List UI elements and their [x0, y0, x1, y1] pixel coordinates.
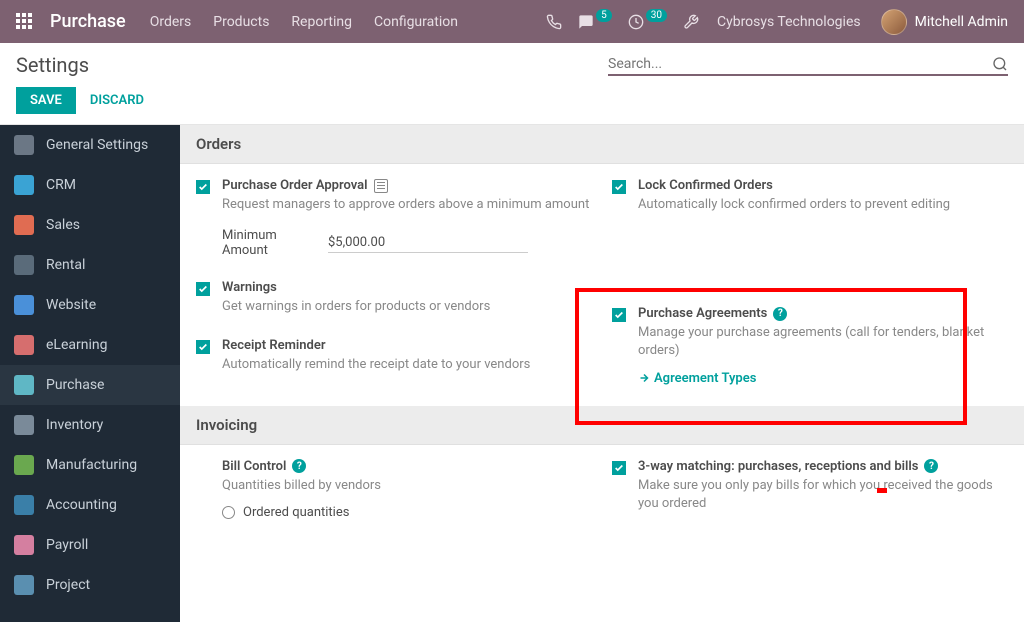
sidebar-item-inventory[interactable]: Inventory [0, 405, 180, 445]
sidebar-item-label: Accounting [46, 497, 117, 513]
phone-icon[interactable] [546, 14, 562, 30]
sidebar-item-label: Project [46, 577, 90, 593]
ic-sales-icon [14, 215, 34, 235]
company-name[interactable]: Cybrosys Technologies [717, 14, 861, 30]
sidebar-item-label: Website [46, 297, 96, 313]
nav-configuration[interactable]: Configuration [374, 14, 458, 30]
sidebar-item-payroll[interactable]: Payroll [0, 525, 180, 565]
warnings-desc: Get warnings in orders for products or v… [222, 298, 592, 316]
search-input[interactable] [608, 56, 992, 72]
messages-icon[interactable]: 5 [578, 14, 612, 30]
ic-rental-icon [14, 255, 34, 275]
nav-reporting[interactable]: Reporting [291, 14, 352, 30]
min-amount-value[interactable]: $5,000.00 [328, 233, 528, 253]
nav-products[interactable]: Products [213, 14, 269, 30]
chk-agreements[interactable] [612, 308, 626, 322]
ic-payroll-icon [14, 535, 34, 555]
radio-ordered-label: Ordered quantities [243, 505, 349, 520]
receipt-title: Receipt Reminder [222, 338, 592, 353]
po-approval-desc: Request managers to approve orders above… [222, 196, 592, 214]
ic-mfg-icon [14, 455, 34, 475]
sidebar-item-label: Purchase [46, 377, 104, 393]
nav-orders[interactable]: Orders [150, 14, 192, 30]
tools-icon[interactable] [683, 14, 699, 30]
ic-crm-icon [14, 175, 34, 195]
chk-po-approval[interactable] [196, 180, 210, 194]
bill-control-title: Bill Control [222, 459, 286, 474]
lock-title: Lock Confirmed Orders [638, 178, 1008, 193]
ic-acct-icon [14, 495, 34, 515]
chk-warnings[interactable] [196, 282, 210, 296]
search-wrap [608, 54, 1008, 76]
help-icon[interactable]: ? [924, 459, 938, 473]
apps-icon[interactable] [16, 13, 34, 31]
chk-lock[interactable] [612, 180, 626, 194]
receipt-desc: Automatically remind the receipt date to… [222, 356, 592, 374]
page-title: Settings [16, 53, 89, 77]
doc-icon [374, 179, 388, 193]
settings-sidebar: General Settings CRM Sales Rental Website eLe… [0, 125, 180, 622]
radio-ordered-qty[interactable] [222, 506, 235, 519]
sidebar-item-accounting[interactable]: Accounting [0, 485, 180, 525]
ic-gear-icon [14, 135, 34, 155]
control-panel: Settings [0, 43, 1024, 81]
sidebar-item-elearning[interactable]: eLearning [0, 325, 180, 365]
search-icon[interactable] [992, 56, 1008, 72]
activities-badge: 30 [646, 9, 667, 22]
section-orders: Orders [180, 125, 1024, 164]
3way-title: 3-way matching: purchases, receptions an… [638, 459, 918, 474]
sidebar-item-crm[interactable]: CRM [0, 165, 180, 205]
avatar [881, 9, 907, 35]
sidebar-item-label: Inventory [46, 417, 103, 433]
chk-receipt[interactable] [196, 340, 210, 354]
min-amount-label: Minimum Amount [222, 228, 292, 258]
help-icon[interactable]: ? [773, 307, 787, 321]
discard-button[interactable]: DISCARD [90, 93, 144, 108]
sidebar-item-purchase[interactable]: Purchase [0, 365, 180, 405]
help-icon[interactable]: ? [292, 459, 306, 473]
action-bar: SAVE DISCARD [0, 81, 1024, 124]
chk-3way[interactable] [612, 461, 626, 475]
sidebar-item-sales[interactable]: Sales [0, 205, 180, 245]
sidebar-item-label: Payroll [46, 537, 88, 553]
sidebar-item-rental[interactable]: Rental [0, 245, 180, 285]
settings-content[interactable]: Orders Purchase Order Approval Request m… [180, 125, 1024, 622]
section-invoicing: Invoicing [180, 406, 1024, 445]
warnings-title: Warnings [222, 280, 592, 295]
po-approval-title: Purchase Order Approval [222, 178, 368, 193]
agreements-desc: Manage your purchase agreements (call fo… [638, 324, 1008, 360]
ic-purchase-icon [14, 375, 34, 395]
user-menu[interactable]: Mitchell Admin [881, 9, 1008, 35]
sidebar-item-label: General Settings [46, 137, 148, 153]
ic-elearn-icon [14, 335, 34, 355]
3way-desc: Make sure you only pay bills for which y… [638, 477, 1008, 513]
red-marker [877, 488, 887, 493]
sidebar-item-label: CRM [46, 177, 76, 193]
top-nav: Purchase Orders Products Reporting Confi… [0, 0, 1024, 43]
sidebar-item-manufacturing[interactable]: Manufacturing [0, 445, 180, 485]
bill-control-desc: Quantities billed by vendors [222, 477, 592, 495]
ic-inventory-icon [14, 415, 34, 435]
agreement-types-link[interactable]: Agreement Types [638, 371, 1008, 386]
lock-desc: Automatically lock confirmed orders to p… [638, 196, 1008, 214]
sidebar-item-general-settings[interactable]: General Settings [0, 125, 180, 165]
app-brand[interactable]: Purchase [50, 11, 126, 32]
sidebar-item-label: Rental [46, 257, 85, 273]
sidebar-item-label: Sales [46, 217, 80, 233]
sidebar-item-label: eLearning [46, 337, 107, 353]
ic-website-icon [14, 295, 34, 315]
agreements-title: Purchase Agreements [638, 306, 767, 321]
ic-project-icon [14, 575, 34, 595]
user-name: Mitchell Admin [915, 14, 1008, 30]
save-button[interactable]: SAVE [16, 87, 76, 114]
sidebar-item-project[interactable]: Project [0, 565, 180, 605]
messages-badge: 5 [596, 9, 612, 22]
sidebar-item-website[interactable]: Website [0, 285, 180, 325]
activities-icon[interactable]: 30 [628, 14, 667, 30]
sidebar-item-label: Manufacturing [46, 457, 137, 473]
